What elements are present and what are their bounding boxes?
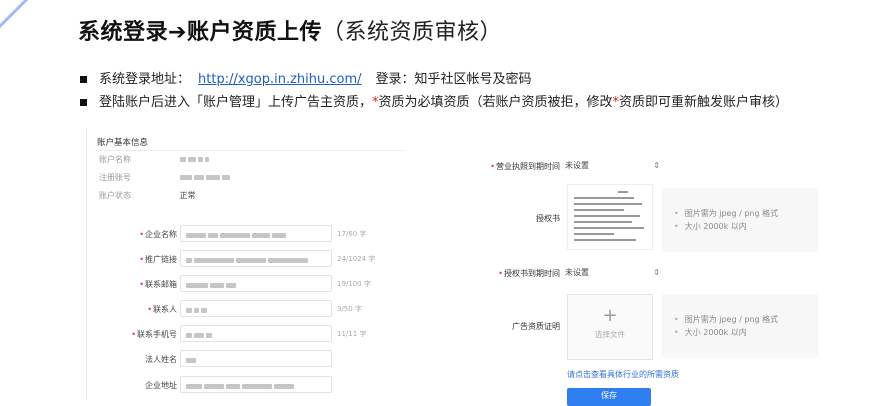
field-company-address: 企业地址 bbox=[87, 376, 409, 394]
contact-email-input[interactable] bbox=[180, 275, 332, 292]
industry-qualification-link[interactable]: 请点击查看具体行业的所需资质 bbox=[567, 369, 679, 380]
account-info-panel: 账户基本信息 账户名称 注册账号 账户状态 正常 •企业名称 17/60 字 •… bbox=[86, 128, 409, 400]
account-status-value: 正常 bbox=[179, 191, 196, 200]
chevron-updown-icon: ⇕ bbox=[653, 161, 660, 170]
upload-label: 选择文件 bbox=[595, 330, 625, 339]
plus-icon: + bbox=[602, 305, 618, 326]
instruction-login-address: 系统登录地址： http://xgop.in.zhihu.com/ 登录：知乎社… bbox=[80, 68, 788, 91]
field-promo-link: •推广链接 24/1024 字 bbox=[87, 250, 409, 268]
instruction-upload: 登陆账户后进入「账户管理」上传广告主资质， * 资质为必填资质（若账户资质被拒，修改… bbox=[80, 91, 788, 114]
page-title: 系统登录➔账户资质上传（系统资质审核） bbox=[78, 14, 502, 46]
upload-text-b: 资质为必填资质（若账户资质被拒，修改 bbox=[378, 95, 613, 110]
field-contact-email: •联系邮箱 19/100 字 bbox=[87, 275, 409, 293]
auth-expiry-select[interactable]: 未设置 ⇕ bbox=[565, 266, 660, 280]
upload-text-c: 资质即可重新触发账户审核） bbox=[619, 95, 789, 110]
bullet-square-icon bbox=[80, 99, 87, 106]
promo-link-input[interactable] bbox=[180, 250, 332, 267]
company-address-input[interactable] bbox=[180, 376, 332, 393]
info-row-account-status: 账户状态 正常 bbox=[99, 191, 196, 200]
field-company-name: •企业名称 17/60 字 bbox=[87, 225, 409, 243]
ad-cert-upload-hint: 图片需为 jpeg / png 格式 大小 2000k 以内 bbox=[662, 294, 818, 358]
license-expiry-select[interactable]: 未设置 ⇕ bbox=[565, 159, 660, 173]
corner-decoration bbox=[0, 0, 60, 60]
company-name-input[interactable] bbox=[180, 225, 332, 242]
section-title: 账户基本信息 bbox=[97, 138, 149, 148]
info-row-account-name: 账户名称 bbox=[99, 154, 211, 166]
auth-expiry-label: •授权书到期时间 bbox=[498, 269, 560, 278]
field-legal-name: 法人姓名 bbox=[87, 350, 409, 368]
chevron-updown-icon: ⇕ bbox=[653, 268, 660, 277]
field-contact-person: •联系人 3/50 字 bbox=[87, 300, 409, 318]
login-credentials-text: 登录：知乎社区帐号及密码 bbox=[375, 72, 532, 87]
ad-cert-upload[interactable]: + 选择文件 bbox=[567, 294, 653, 360]
title-part-review: （系统资质审核） bbox=[321, 20, 502, 45]
save-button[interactable]: 保存 bbox=[567, 388, 651, 406]
instruction-list: 系统登录地址： http://xgop.in.zhihu.com/ 登录：知乎社… bbox=[80, 68, 788, 114]
login-address-link[interactable]: http://xgop.in.zhihu.com/ bbox=[198, 68, 362, 91]
contact-person-input[interactable] bbox=[180, 300, 332, 317]
auth-letter-thumbnail[interactable] bbox=[567, 184, 653, 250]
field-contact-phone: •联系手机号 11/11 字 bbox=[87, 325, 409, 343]
ad-cert-label: 广告资质证明 bbox=[512, 322, 560, 331]
license-expiry-label: •营业执照到期时间 bbox=[490, 162, 560, 171]
legal-name-input[interactable] bbox=[180, 350, 332, 367]
title-part-login: 系统登录 bbox=[78, 20, 169, 45]
info-row-register-account: 注册账号 bbox=[99, 172, 232, 184]
qualification-panel: •营业执照到期时间 未设置 ⇕ 授权书 图片需为 jpeg / png 格式 大… bbox=[460, 150, 840, 406]
auth-upload-hint: 图片需为 jpeg / png 格式 大小 2000k 以内 bbox=[662, 188, 818, 252]
login-address-label: 系统登录地址： bbox=[99, 72, 191, 87]
arrow-icon: ➔ bbox=[168, 20, 187, 45]
title-part-upload: 账户资质上传 bbox=[186, 20, 322, 45]
bullet-square-icon bbox=[80, 76, 87, 83]
upload-text-a: 登陆账户后进入「账户管理」上传广告主资质， bbox=[99, 95, 373, 110]
contact-phone-input[interactable] bbox=[180, 325, 332, 342]
auth-letter-label: 授权书 bbox=[536, 214, 560, 223]
